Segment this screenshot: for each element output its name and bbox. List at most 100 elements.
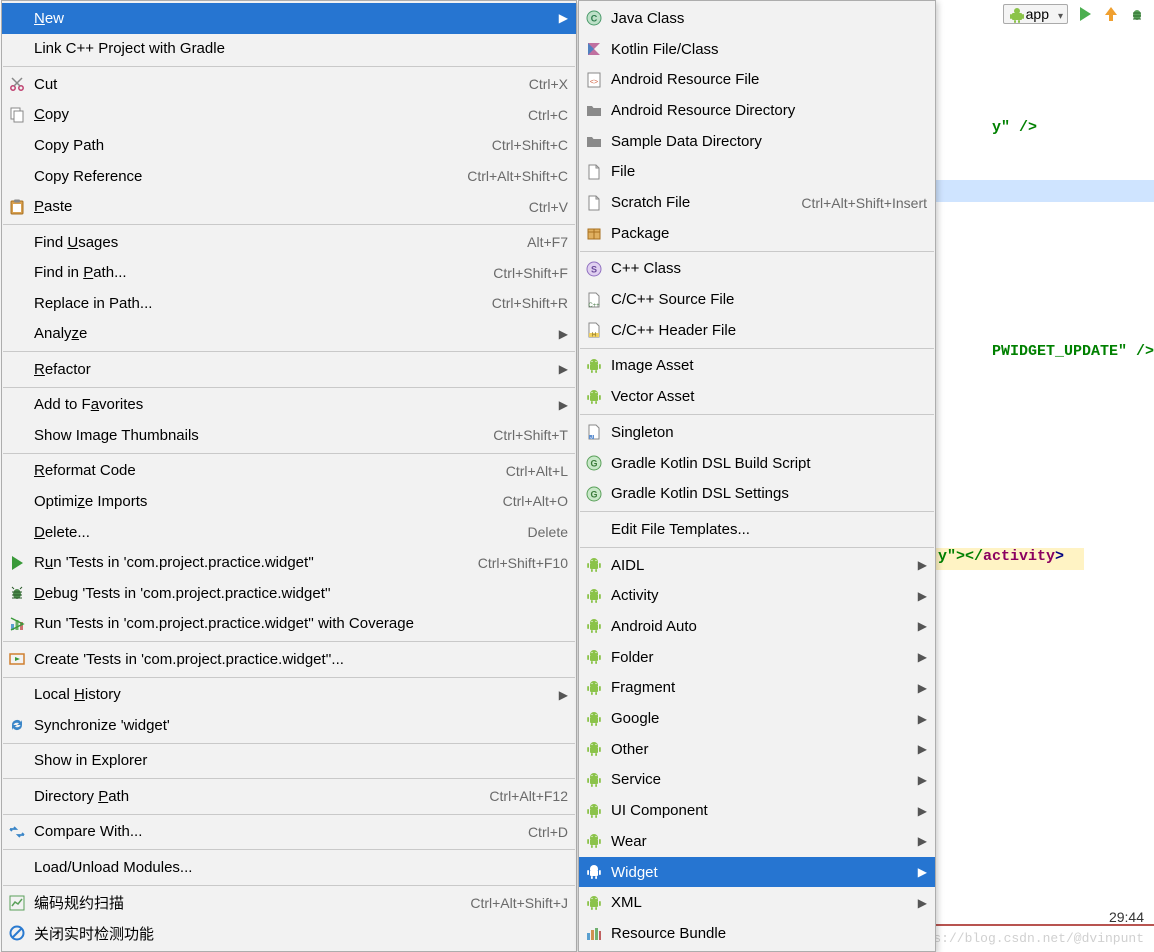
ctx-item-run[interactable]: Run 'Tests in 'com.project.practice.widg…	[2, 547, 576, 578]
ctx-item-link[interactable]: Link C++ Project with Gradle	[2, 34, 576, 65]
new-item-folder2[interactable]: Folder▶	[579, 642, 935, 673]
ctx-item-create[interactable]: Create 'Tests in 'com.project.practice.w…	[2, 644, 576, 675]
new-item-scratch[interactable]: Scratch FileCtrl+Alt+Shift+Insert	[579, 187, 935, 218]
ctx-item-cn1[interactable]: 编码规约扫描Ctrl+Alt+Shift+J	[2, 888, 576, 919]
new-item-activity[interactable]: Activity▶	[579, 580, 935, 611]
shortcut-text: Ctrl+Alt+Shift+Insert	[801, 195, 927, 211]
blank-icon	[6, 750, 28, 772]
copy-icon	[6, 104, 28, 126]
menu-item-label: Run 'Tests in 'com.project.practice.widg…	[34, 554, 458, 571]
ctx-item-cut[interactable]: CutCtrl+X	[2, 69, 576, 100]
new-item-service[interactable]: Service▶	[579, 765, 935, 796]
menu-item-label: Copy Reference	[34, 168, 447, 185]
ctx-item-loadunload[interactable]: Load/Unload Modules...	[2, 852, 576, 883]
menu-item-label: Resource Bundle	[611, 925, 927, 942]
new-item-resfile[interactable]: <>Android Resource File	[579, 64, 935, 95]
menu-item-label: Show Image Thumbnails	[34, 427, 473, 444]
new-item-csource[interactable]: C++C/C++ Source File	[579, 284, 935, 315]
ctx-item-sync[interactable]: Synchronize 'widget'	[2, 710, 576, 741]
debug-apply-icon[interactable]	[1102, 5, 1120, 23]
ctx-item-history[interactable]: Local History▶	[2, 679, 576, 710]
svg-text:C: C	[591, 14, 598, 24]
new-item-resdir[interactable]: Android Resource Directory	[579, 95, 935, 126]
new-item-wear[interactable]: Wear▶	[579, 826, 935, 857]
new-item-google[interactable]: Google▶	[579, 703, 935, 734]
run-icon[interactable]	[1076, 5, 1094, 23]
new-item-xml[interactable]: XML▶	[579, 887, 935, 918]
new-item-imageasset[interactable]: Image Asset	[579, 351, 935, 382]
android-icon	[583, 646, 605, 668]
separator	[3, 641, 575, 642]
separator	[3, 743, 575, 744]
menu-item-label: Edit File Templates...	[611, 521, 927, 538]
kotlin-icon	[583, 38, 605, 60]
activity-close-tag: y"></activity>	[938, 548, 1064, 565]
new-item-vectorasset[interactable]: Vector Asset	[579, 381, 935, 412]
new-item-fragment[interactable]: Fragment▶	[579, 673, 935, 704]
shortcut-text: Ctrl+Alt+F12	[489, 788, 568, 804]
ctx-item-replaceinpath[interactable]: Replace in Path...Ctrl+Shift+R	[2, 288, 576, 319]
ctx-item-findusages[interactable]: Find UsagesAlt+F7	[2, 227, 576, 258]
coverage-icon	[6, 613, 28, 635]
debug-bug-icon[interactable]	[1128, 5, 1146, 23]
new-item-cheader[interactable]: HC/C++ Header File	[579, 315, 935, 346]
shortcut-text: Ctrl+V	[529, 199, 568, 215]
new-item-uicomp[interactable]: UI Component▶	[579, 795, 935, 826]
ctx-item-analyze[interactable]: Analyze▶	[2, 319, 576, 350]
ctx-item-coverage[interactable]: Run 'Tests in 'com.project.practice.widg…	[2, 608, 576, 639]
ctx-item-thumbnails[interactable]: Show Image Thumbnails Ctrl+Shift+T	[2, 420, 576, 451]
blank-icon	[6, 134, 28, 156]
menu-item-label: Android Resource File	[611, 71, 927, 88]
menu-item-label: 编码规约扫描	[34, 892, 450, 913]
ctx-item-explorer[interactable]: Show in Explorer	[2, 746, 576, 777]
ctx-item-compare[interactable]: Compare With...Ctrl+D	[2, 817, 576, 848]
ctx-item-delete[interactable]: Delete...Delete	[2, 517, 576, 548]
ctx-item-copyref[interactable]: Copy ReferenceCtrl+Alt+Shift+C	[2, 161, 576, 192]
new-item-file[interactable]: File	[579, 157, 935, 188]
new-item-sampledir[interactable]: Sample Data Directory	[579, 126, 935, 157]
ctx-item-dirpath[interactable]: Directory PathCtrl+Alt+F12	[2, 781, 576, 812]
new-item-singleton[interactable]: JSingleton	[579, 417, 935, 448]
new-item-resbundle[interactable]: Resource Bundle	[579, 918, 935, 949]
ctx-item-copypath[interactable]: Copy PathCtrl+Shift+C	[2, 130, 576, 161]
separator	[580, 251, 934, 252]
new-item-gradlesettings[interactable]: GGradle Kotlin DSL Settings	[579, 478, 935, 509]
new-item-gradlebuild[interactable]: GGradle Kotlin DSL Build Script	[579, 448, 935, 479]
ctx-item-optimize[interactable]: Optimize ImportsCtrl+Alt+O	[2, 486, 576, 517]
shortcut-text: Ctrl+Shift+R	[492, 295, 568, 311]
android-icon	[583, 386, 605, 408]
ctx-item-reformat[interactable]: Reformat CodeCtrl+Alt+L	[2, 456, 576, 487]
menu-item-label: Singleton	[611, 424, 927, 441]
ctx-item-addfav[interactable]: Add to Favorites▶	[2, 390, 576, 421]
separator	[3, 778, 575, 779]
ctx-item-refactor[interactable]: Refactor▶	[2, 354, 576, 385]
shortcut-text: Ctrl+C	[528, 107, 568, 123]
new-item-cppclass[interactable]: SC++ Class	[579, 254, 935, 285]
new-item-edittpl[interactable]: Edit File Templates...	[579, 514, 935, 545]
ctx-item-paste[interactable]: PasteCtrl+V	[2, 191, 576, 222]
new-item-javaclass[interactable]: CJava Class	[579, 3, 935, 34]
cursor-position: 29:44	[1109, 909, 1144, 925]
new-item-aidl[interactable]: AIDL▶	[579, 550, 935, 581]
new-item-kotlin[interactable]: Kotlin File/Class	[579, 34, 935, 65]
new-item-androidauto[interactable]: Android Auto▶	[579, 611, 935, 642]
ctx-item-copy[interactable]: CopyCtrl+C	[2, 100, 576, 131]
android-icon	[583, 355, 605, 377]
separator	[580, 414, 934, 415]
ctx-item-debug[interactable]: Debug 'Tests in 'com.project.practice.wi…	[2, 578, 576, 609]
ctx-item-new[interactable]: New▶	[2, 3, 576, 34]
shortcut-text: Ctrl+Shift+T	[493, 427, 568, 443]
android-icon	[583, 892, 605, 914]
svg-text:G: G	[590, 489, 597, 499]
new-item-widget[interactable]: Widget▶	[579, 857, 935, 888]
new-item-other[interactable]: Other▶	[579, 734, 935, 765]
submenu-arrow-icon: ▶	[913, 712, 927, 726]
new-item-package[interactable]: Package	[579, 218, 935, 249]
bug-icon	[6, 582, 28, 604]
separator	[3, 849, 575, 850]
ctx-item-cn2[interactable]: 关闭实时检测功能	[2, 918, 576, 949]
ctx-item-findinpath[interactable]: Find in Path...Ctrl+Shift+F	[2, 257, 576, 288]
class-c-icon: C	[583, 7, 605, 29]
android-icon	[583, 554, 605, 576]
run-config-combo[interactable]: app ▾	[1003, 4, 1068, 24]
